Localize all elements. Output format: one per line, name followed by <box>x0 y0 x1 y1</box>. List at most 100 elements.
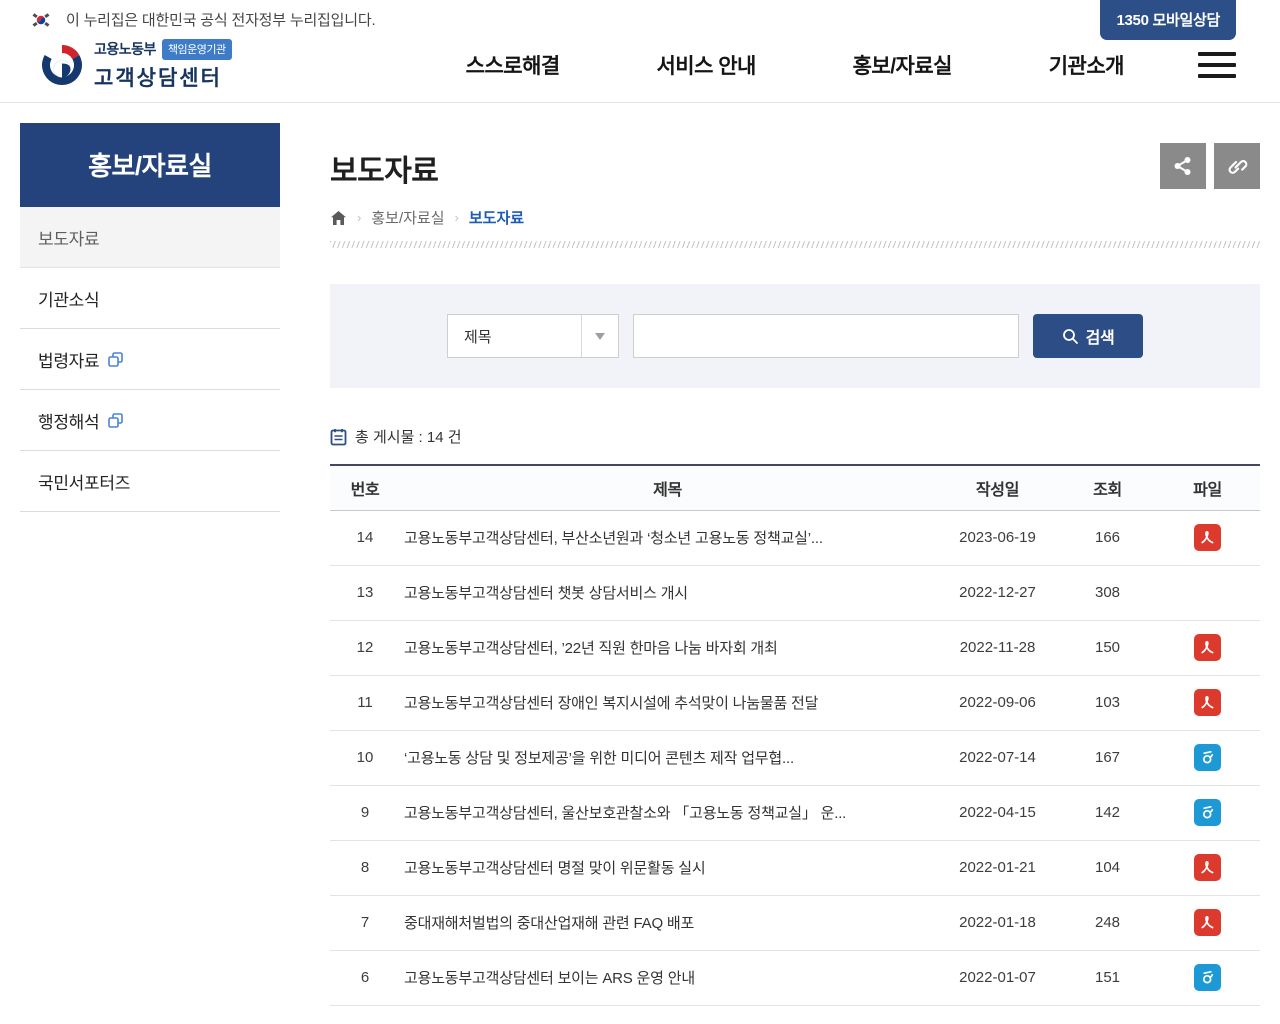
selected-category: 제목 <box>464 326 492 347</box>
sidebar: 홍보/자료실 보도자료 기관소식 법령자료 행정해석 <box>20 123 280 512</box>
site-header: 이 누리집은 대한민국 공식 전자정부 누리집입니다. 1350 모바일상담 고… <box>0 0 1280 103</box>
press-release-table: 번호 제목 작성일 조회 파일 14고용노동부고객상담센터, 부산소년원과 ‘청… <box>330 464 1260 1006</box>
cell-views: 142 <box>1060 785 1155 840</box>
col-header-views: 조회 <box>1060 465 1155 510</box>
cell-title[interactable]: 고용노동부고객상담센터 보이는 ARS 운영 안내 <box>400 950 935 1005</box>
sidebar-item-label: 국민서포터즈 <box>38 469 130 494</box>
sidebar-item-label: 보도자료 <box>38 225 99 250</box>
search-button-label: 검색 <box>1086 324 1115 348</box>
cell-title[interactable]: 고용노동부고객상담센터, 부산소년원과 ‘청소년 고용노동 정책교실’... <box>400 510 935 565</box>
sidebar-item-label: 법령자료 <box>38 347 99 372</box>
cell-no: 11 <box>330 675 400 730</box>
pdf-file-icon[interactable] <box>1194 634 1221 661</box>
share-button[interactable] <box>1160 143 1206 189</box>
cell-no: 7 <box>330 895 400 950</box>
external-window-icon <box>107 412 124 429</box>
cell-date: 2022-04-15 <box>935 785 1060 840</box>
nav-pr-library[interactable]: 홍보/자료실 <box>849 40 956 90</box>
cell-file <box>1155 895 1260 950</box>
cell-title[interactable]: 고용노동부고객상담센터, ’22년 직원 한마음 나눔 바자회 개최 <box>400 620 935 675</box>
chevron-down-icon <box>595 333 605 340</box>
table-row: 7중대재해처벌법의 중대산업재해 관련 FAQ 배포2022-01-18248 <box>330 895 1260 950</box>
hwp-file-icon[interactable] <box>1194 964 1221 991</box>
cell-no: 12 <box>330 620 400 675</box>
sidebar-title: 홍보/자료실 <box>20 123 280 207</box>
search-input[interactable] <box>633 314 1019 358</box>
site-name: 고객상담센터 <box>94 62 232 92</box>
pdf-file-icon[interactable] <box>1194 689 1221 716</box>
main-nav: 스스로해결 서비스 안내 홍보/자료실 기관소개 <box>462 40 1128 90</box>
link-icon <box>1226 155 1248 177</box>
breadcrumb-separator: › <box>455 210 459 225</box>
cell-no: 9 <box>330 785 400 840</box>
pdf-file-icon[interactable] <box>1194 854 1221 881</box>
cell-title[interactable]: 고용노동부고객상담센터 장애인 복지시설에 추석맞이 나눔물품 전달 <box>400 675 935 730</box>
nav-service-guide[interactable]: 서비스 안내 <box>652 40 759 90</box>
gov-notice-text: 이 누리집은 대한민국 공식 전자정부 누리집입니다. <box>66 9 375 30</box>
table-row: 11고용노동부고객상담센터 장애인 복지시설에 추석맞이 나눔물품 전달2022… <box>330 675 1260 730</box>
cell-file <box>1155 620 1260 675</box>
sidebar-item-press-release[interactable]: 보도자료 <box>20 207 280 268</box>
mobile-consult-button[interactable]: 1350 모바일상담 <box>1100 0 1236 40</box>
cell-views: 103 <box>1060 675 1155 730</box>
col-header-title: 제목 <box>400 465 935 510</box>
cell-views: 167 <box>1060 730 1155 785</box>
cell-views: 104 <box>1060 840 1155 895</box>
cell-title[interactable]: 고용노동부고객상담센터 챗봇 상담서비스 개시 <box>400 565 935 620</box>
cell-title[interactable]: 고용노동부고객상담센터 명절 맞이 위문활동 실시 <box>400 840 935 895</box>
hatched-divider <box>330 241 1260 248</box>
search-icon <box>1062 328 1079 345</box>
home-icon[interactable] <box>330 210 347 226</box>
table-row: 8고용노동부고객상담센터 명절 맞이 위문활동 실시2022-01-21104 <box>330 840 1260 895</box>
cell-title[interactable]: ‘고용노동 상담 및 정보제공’을 위한 미디어 콘텐츠 제작 업무협... <box>400 730 935 785</box>
cell-no: 6 <box>330 950 400 1005</box>
breadcrumb: › 홍보/자료실 › 보도자료 <box>330 207 1260 228</box>
sidebar-item-admin-interpretation[interactable]: 행정해석 <box>20 390 280 451</box>
sidebar-item-law-materials[interactable]: 법령자료 <box>20 329 280 390</box>
ministry-name: 고용노동부 <box>94 39 156 59</box>
copy-url-button[interactable] <box>1214 143 1260 189</box>
nav-self-solve[interactable]: 스스로해결 <box>462 40 564 90</box>
cell-views: 150 <box>1060 620 1155 675</box>
cell-views: 308 <box>1060 565 1155 620</box>
pdf-file-icon[interactable] <box>1194 909 1221 936</box>
content: 홍보/자료실 보도자료 기관소식 법령자료 행정해석 <box>0 103 1280 1006</box>
post-count-text: 총 게시물 : 14 건 <box>355 426 462 447</box>
breadcrumb-level1[interactable]: 홍보/자료실 <box>371 207 444 228</box>
table-row: 9고용노동부고객상담센터, 울산보호관찰소와 「고용노동 정책교실」 운...2… <box>330 785 1260 840</box>
hwp-file-icon[interactable] <box>1194 799 1221 826</box>
sidebar-item-supporters[interactable]: 국민서포터즈 <box>20 451 280 512</box>
cell-no: 14 <box>330 510 400 565</box>
page-title: 보도자료 <box>330 146 438 190</box>
table-row: 6고용노동부고객상담센터 보이는 ARS 운영 안내2022-01-07151 <box>330 950 1260 1005</box>
cell-file <box>1155 510 1260 565</box>
menu-hamburger-icon[interactable] <box>1198 48 1236 82</box>
cell-date: 2023-06-19 <box>935 510 1060 565</box>
board-list-icon <box>330 428 347 446</box>
search-button[interactable]: 검색 <box>1033 314 1143 358</box>
cell-date: 2022-12-27 <box>935 565 1060 620</box>
sidebar-item-label: 행정해석 <box>38 408 99 433</box>
sidebar-item-label: 기관소식 <box>38 286 99 311</box>
cell-date: 2022-01-18 <box>935 895 1060 950</box>
share-buttons <box>1160 143 1260 189</box>
cell-views: 151 <box>1060 950 1155 1005</box>
cell-date: 2022-01-21 <box>935 840 1060 895</box>
agency-badge: 책임운영기관 <box>162 39 232 60</box>
gov-banner: 이 누리집은 대한민국 공식 전자정부 누리집입니다. <box>0 0 1280 34</box>
cell-title[interactable]: 중대재해처벌법의 중대산업재해 관련 FAQ 배포 <box>400 895 935 950</box>
sidebar-item-agency-news[interactable]: 기관소식 <box>20 268 280 329</box>
main-panel: 보도자료 <box>330 143 1260 1006</box>
cell-views: 248 <box>1060 895 1155 950</box>
table-body: 14고용노동부고객상담센터, 부산소년원과 ‘청소년 고용노동 정책교실’...… <box>330 510 1260 1005</box>
table-header-row: 번호 제목 작성일 조회 파일 <box>330 465 1260 510</box>
nav-about[interactable]: 기관소개 <box>1045 40 1128 90</box>
table-row: 10‘고용노동 상담 및 정보제공’을 위한 미디어 콘텐츠 제작 업무협...… <box>330 730 1260 785</box>
site-logo[interactable]: 고용노동부 책임운영기관 고객상담센터 <box>40 39 232 92</box>
cell-file <box>1155 950 1260 1005</box>
hwp-file-icon[interactable] <box>1194 744 1221 771</box>
pdf-file-icon[interactable] <box>1194 524 1221 551</box>
logo-text: 고용노동부 책임운영기관 고객상담센터 <box>94 39 232 92</box>
cell-title[interactable]: 고용노동부고객상담센터, 울산보호관찰소와 「고용노동 정책교실」 운... <box>400 785 935 840</box>
search-category-select[interactable]: 제목 <box>447 314 619 358</box>
